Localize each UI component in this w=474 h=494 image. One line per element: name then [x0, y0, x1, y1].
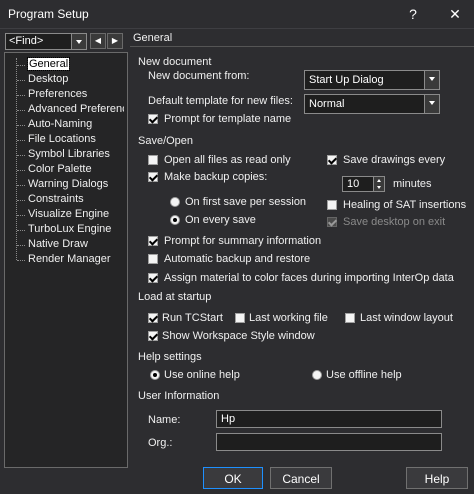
new-document-from-select[interactable]: Start Up Dialog [304, 70, 440, 90]
tree-item-render-manager[interactable]: Render Manager [28, 253, 111, 265]
make-backup-checkbox[interactable] [148, 172, 158, 182]
default-template-label: Default template for new files: [148, 95, 293, 107]
chevron-down-icon [424, 95, 439, 113]
healing-label: Healing of SAT insertions [343, 199, 467, 211]
tree-item-symbol-libraries[interactable]: Symbol Libraries [28, 148, 110, 160]
section-save-open: Save/Open [138, 135, 194, 147]
save-drawings-checkbox[interactable] [327, 155, 337, 165]
chevron-down-icon [424, 71, 439, 89]
save-desktop-checkbox [327, 217, 337, 227]
open-read-only-checkbox[interactable] [148, 155, 158, 165]
last-window-layout-label: Last window layout [360, 312, 453, 324]
window-title: Program Setup [8, 7, 89, 21]
online-help-label: Use online help [164, 369, 240, 381]
find-combo[interactable]: <Find> [5, 33, 87, 50]
org-label: Org.: [148, 437, 173, 449]
tree-item-advanced-preferences[interactable]: Advanced Preference [28, 103, 124, 115]
default-template-value: Normal [309, 98, 345, 110]
panel-title: General [133, 32, 173, 44]
name-label: Name: [148, 414, 181, 426]
section-new-document: New document [138, 56, 212, 68]
section-help-settings: Help settings [138, 351, 202, 363]
tree-item-warning-dialogs[interactable]: Warning Dialogs [28, 178, 108, 190]
help-icon[interactable]: ? [402, 4, 424, 24]
make-backup-label: Make backup copies: [164, 171, 268, 183]
name-input[interactable]: Hp [216, 410, 442, 428]
section-load-at-startup: Load at startup [138, 291, 212, 303]
tree-item-file-locations[interactable]: File Locations [28, 133, 96, 145]
every-save-radio[interactable] [170, 215, 180, 225]
nav-forward-button[interactable]: ▶ [107, 33, 123, 49]
auto-backup-checkbox[interactable] [148, 254, 158, 264]
first-save-label: On first save per session [185, 196, 307, 208]
run-tcstart-label: Run TCStart [162, 312, 223, 324]
last-working-file-checkbox[interactable] [235, 313, 245, 323]
section-user-information: User Information [138, 390, 220, 402]
default-template-select[interactable]: Normal [304, 94, 440, 114]
last-window-layout-checkbox[interactable] [345, 313, 355, 323]
nav-back-button[interactable]: ◀ [90, 33, 106, 49]
ok-button[interactable]: OK [203, 467, 263, 489]
last-working-file-label: Last working file [249, 312, 328, 324]
help-button[interactable]: Help [406, 467, 468, 489]
new-document-from-value: Start Up Dialog [309, 74, 384, 86]
prompt-template-checkbox[interactable] [148, 114, 158, 124]
offline-help-label: Use offline help [326, 369, 402, 381]
prompt-template-label: Prompt for template name [164, 113, 292, 125]
close-icon[interactable]: ✕ [444, 4, 466, 24]
tree-item-auto-naming[interactable]: Auto-Naming [28, 118, 92, 130]
new-document-from-label: New document from: [148, 70, 250, 82]
prompt-summary-checkbox[interactable] [148, 236, 158, 246]
run-tcstart-checkbox[interactable] [148, 313, 158, 323]
cancel-button[interactable]: Cancel [270, 467, 332, 489]
minutes-stepper[interactable] [373, 176, 385, 192]
show-workspace-checkbox[interactable] [148, 331, 158, 341]
healing-checkbox[interactable] [327, 200, 337, 210]
minutes-label: minutes [393, 178, 432, 190]
org-input[interactable] [216, 433, 442, 451]
chevron-down-icon [71, 34, 86, 49]
online-help-radio[interactable] [150, 370, 160, 380]
assign-material-checkbox[interactable] [148, 273, 158, 283]
save-desktop-label: Save desktop on exit [343, 216, 446, 228]
tree-item-visualize-engine[interactable]: Visualize Engine [28, 208, 109, 220]
minutes-input[interactable]: 10 [342, 176, 374, 192]
tree-item-desktop[interactable]: Desktop [28, 73, 68, 85]
save-drawings-label: Save drawings every [343, 154, 446, 166]
show-workspace-label: Show Workspace Style window [162, 330, 315, 342]
tree-item-native-draw[interactable]: Native Draw [28, 238, 88, 250]
tree-item-preferences[interactable]: Preferences [28, 88, 87, 100]
every-save-label: On every save [185, 214, 256, 226]
prompt-summary-label: Prompt for summary information [164, 235, 322, 247]
first-save-radio[interactable] [170, 197, 180, 207]
tree-item-constraints[interactable]: Constraints [28, 193, 84, 205]
open-read-only-label: Open all files as read only [164, 154, 291, 166]
tree-item-turbolux-engine[interactable]: TurboLux Engine [28, 223, 111, 235]
tree-item-color-palette[interactable]: Color Palette [28, 163, 92, 175]
auto-backup-label: Automatic backup and restore [164, 253, 311, 265]
find-combo-value: <Find> [9, 35, 44, 47]
assign-material-label: Assign material to color faces during im… [164, 272, 454, 284]
panel-header [130, 30, 474, 47]
offline-help-radio[interactable] [312, 370, 322, 380]
tree-item-general[interactable]: General [26, 57, 71, 71]
